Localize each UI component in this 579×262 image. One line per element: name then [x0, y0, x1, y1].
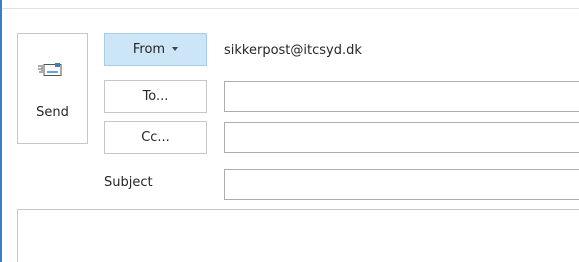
send-label: Send: [36, 105, 69, 120]
send-envelope-icon: [34, 62, 74, 82]
subject-field[interactable]: [224, 169, 579, 200]
send-button[interactable]: Send: [17, 33, 88, 144]
cc-field[interactable]: [224, 122, 579, 153]
window-accent-border: [0, 0, 2, 262]
cc-button[interactable]: Cc...: [104, 121, 207, 154]
subject-label: Subject: [104, 175, 153, 190]
ribbon-divider: [2, 8, 579, 9]
from-button[interactable]: From: [104, 33, 207, 66]
to-button[interactable]: To...: [104, 80, 207, 113]
to-field[interactable]: [224, 81, 579, 112]
message-body[interactable]: [17, 209, 579, 262]
chevron-down-icon: [172, 46, 179, 51]
from-label: From: [132, 42, 166, 57]
mail-compose-window: Send From sikkerpost@itcsyd.dk To... Cc.…: [0, 0, 579, 262]
from-address: sikkerpost@itcsyd.dk: [224, 43, 362, 58]
